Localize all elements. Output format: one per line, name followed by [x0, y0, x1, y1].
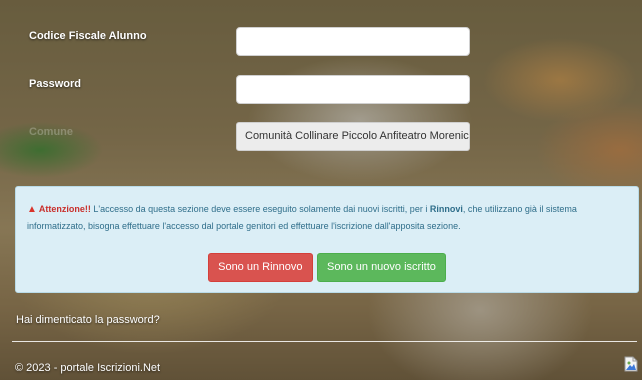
alert-text-before: L'accesso da questa sezione deve essere … [90, 204, 430, 214]
nuovo-iscritto-button[interactable]: Sono un nuovo iscritto [317, 253, 446, 282]
warning-triangle-icon: ▲ [27, 204, 37, 215]
forgot-password-link[interactable]: Hai dimenticato la password? [16, 314, 160, 326]
comune-select[interactable]: Comunità Collinare Piccolo Anfiteatro Mo… [236, 122, 470, 151]
comune-selected-value: Comunità Collinare Piccolo Anfiteatro Mo… [245, 130, 470, 142]
warning-alert: ▲ Attenzione!! L'accesso da questa sezion… [15, 186, 639, 293]
choice-buttons: Sono un Rinnovo Sono un nuovo iscritto [16, 253, 638, 282]
footer-divider [12, 341, 637, 342]
alert-message: ▲ Attenzione!! L'accesso da questa sezion… [27, 202, 626, 233]
codice-fiscale-input[interactable] [236, 27, 470, 56]
codice-fiscale-label: Codice Fiscale Alunno [29, 30, 147, 42]
rinnovo-button[interactable]: Sono un Rinnovo [208, 253, 313, 282]
password-label: Password [29, 78, 81, 90]
broken-image-icon [624, 356, 638, 372]
comune-label: Comune [29, 126, 73, 138]
alert-heading: Attenzione!! [38, 204, 91, 214]
footer-copyright: © 2023 - portale Iscrizioni.Net [15, 362, 161, 374]
password-input[interactable] [236, 75, 470, 104]
alert-highlight: Rinnovi [429, 204, 463, 214]
